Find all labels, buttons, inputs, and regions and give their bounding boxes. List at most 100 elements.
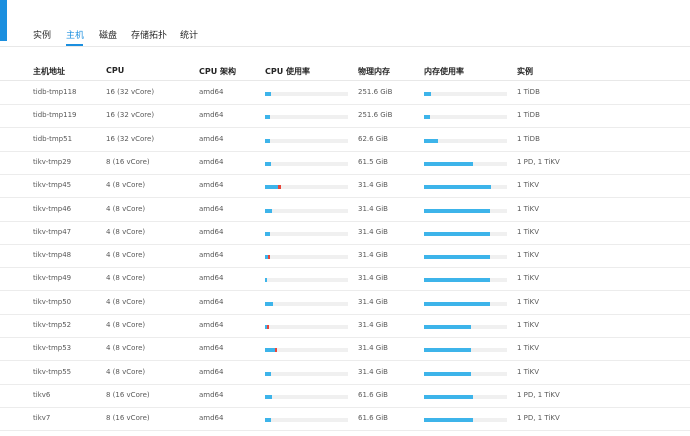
cpu-usage-bar-alert-fill	[274, 348, 277, 353]
table-row[interactable]: tikv-tmp47 4 (8 vCore) amd64 31.4 GiB 1 TiKV	[0, 222, 690, 245]
memory-usage-bar-fill	[424, 278, 491, 283]
table-row[interactable]: tikv-tmp46 4 (8 vCore) amd64 31.4 GiB 1 TiKV	[0, 199, 690, 222]
cpu-arch: amd64	[199, 414, 224, 423]
cpu-usage-bar	[265, 301, 348, 306]
instances: 1 TiDB	[517, 111, 540, 120]
cpu-cores: 4 (8 vCore)	[106, 227, 146, 236]
host-address: tikv-tmp47	[33, 227, 72, 236]
instances: 1 TiDB	[517, 134, 540, 143]
column-header-cpu-arch[interactable]: CPU 架构	[199, 66, 236, 77]
column-header-cpu-usage[interactable]: CPU 使用率	[265, 66, 310, 77]
cpu-cores: 16 (32 vCore)	[106, 134, 155, 143]
table-row[interactable]: tikv-tmp49 4 (8 vCore) amd64 31.4 GiB 1 TiKV	[0, 268, 690, 292]
table-row[interactable]: tidb-tmp119 16 (32 vCore) amd64 251.6 GiB 1 …	[0, 105, 690, 129]
instances: 1 TiKV	[517, 274, 540, 283]
cpu-usage-bar-fill	[265, 348, 275, 353]
instances: 1 TiDB	[517, 88, 540, 96]
table-row[interactable]: tikv-tmp45 4 (8 vCore) amd64 31.4 GiB 1 TiKV	[0, 175, 690, 199]
cpu-cores: 8 (16 vCore)	[106, 157, 150, 166]
physical-memory: 31.4 GiB	[358, 297, 388, 306]
memory-usage-bar-fill	[424, 92, 432, 96]
cpu-cores: 4 (8 vCore)	[106, 274, 146, 283]
tab-hosts[interactable]: 主机	[66, 28, 84, 41]
instances: 1 TiKV	[517, 227, 540, 236]
column-header-instances[interactable]: 实例	[517, 66, 533, 77]
host-address: tikv-tmp45	[33, 181, 72, 190]
table-row[interactable]: tikv-tmp48 4 (8 vCore) amd64 31.4 GiB 1 TiKV	[0, 245, 690, 269]
column-header-memory[interactable]: 物理内存	[358, 66, 390, 77]
host-address: tikv-tmp48	[33, 251, 72, 260]
instances: 1 TiKV	[517, 204, 540, 213]
cpu-cores: 4 (8 vCore)	[106, 297, 146, 306]
tab-storage-topology[interactable]: 存储拓扑	[131, 28, 167, 41]
memory-usage-bar	[424, 255, 507, 260]
host-address: tidb-tmp119	[33, 111, 77, 120]
cpu-usage-bar	[265, 325, 348, 329]
cpu-arch: amd64	[199, 204, 224, 213]
tab-statistics[interactable]: 统计	[180, 28, 198, 41]
table-row[interactable]: tikv-tmp52 4 (8 vCore) amd64 31.4 GiB 1 TiKV	[0, 315, 690, 338]
cpu-cores: 8 (16 vCore)	[106, 390, 150, 399]
cpu-arch: amd64	[199, 134, 224, 143]
cpu-usage-bar-fill	[265, 301, 274, 306]
table-row[interactable]: tidb-tmp118 16 (32 vCore) amd64 251.6 GiB 1 …	[0, 82, 690, 105]
cpu-usage-bar	[265, 278, 348, 283]
cpu-arch: amd64	[199, 367, 224, 376]
physical-memory: 61.6 GiB	[358, 390, 388, 399]
physical-memory: 31.4 GiB	[358, 204, 388, 213]
physical-memory: 61.6 GiB	[358, 414, 388, 423]
cpu-arch: amd64	[199, 88, 224, 96]
cpu-cores: 4 (8 vCore)	[106, 204, 146, 213]
memory-usage-bar-fill	[424, 138, 439, 143]
table-row[interactable]: tidb-tmp51 16 (32 vCore) amd64 62.6 GiB 1 Ti…	[0, 129, 690, 152]
cpu-usage-bar	[265, 115, 348, 120]
tab-instances[interactable]: 实例	[33, 28, 51, 41]
cpu-cores: 16 (32 vCore)	[106, 111, 155, 120]
cpu-usage-bar-fill	[265, 394, 273, 399]
physical-memory: 31.4 GiB	[358, 251, 388, 260]
cpu-usage-bar-fill	[265, 231, 270, 236]
host-address: tidb-tmp118	[33, 88, 77, 96]
table-row[interactable]: tikv-tmp55 4 (8 vCore) amd64 31.4 GiB 1 TiKV	[0, 362, 690, 385]
cpu-arch: amd64	[199, 274, 224, 283]
memory-usage-bar	[424, 138, 507, 143]
instances: 1 TiKV	[517, 251, 540, 260]
cpu-cores: 4 (8 vCore)	[106, 344, 146, 353]
column-header-memory-usage[interactable]: 内存使用率	[424, 66, 464, 77]
instances: 1 TiKV	[517, 367, 540, 376]
memory-usage-bar-fill	[424, 325, 472, 329]
memory-usage-bar	[424, 92, 507, 96]
active-tab-indicator	[66, 44, 83, 46]
memory-usage-bar-fill	[424, 418, 473, 423]
physical-memory: 251.6 GiB	[358, 111, 393, 120]
tab-bar: 实例 主机 磁盘 存储拓扑 统计	[0, 0, 690, 47]
memory-usage-bar-fill	[424, 394, 473, 399]
cpu-arch: amd64	[199, 321, 224, 329]
memory-usage-bar-fill	[424, 301, 491, 306]
table-row[interactable]: tikv-tmp53 4 (8 vCore) amd64 31.4 GiB 1 TiKV	[0, 338, 690, 362]
memory-usage-bar	[424, 325, 507, 329]
cpu-arch: amd64	[199, 251, 224, 260]
table-row[interactable]: tikv6 8 (16 vCore) amd64 61.6 GiB 1 PD, 1 Ti…	[0, 385, 690, 408]
tab-disks[interactable]: 磁盘	[99, 28, 117, 41]
table-row[interactable]: tikv-tmp29 8 (16 vCore) amd64 61.5 GiB 1 PD,…	[0, 152, 690, 175]
column-header-cpu[interactable]: CPU	[106, 66, 124, 75]
memory-usage-bar	[424, 394, 507, 399]
cpu-usage-bar-fill	[265, 185, 279, 190]
cpu-usage-bar	[265, 185, 348, 190]
cpu-usage-bar	[265, 255, 348, 260]
cpu-usage-bar	[265, 138, 348, 143]
host-address: tikv6	[33, 390, 51, 399]
cpu-usage-bar-fill	[265, 371, 271, 376]
table-row[interactable]: tikv7 8 (16 vCore) amd64 61.6 GiB 1 PD, 1 Ti…	[0, 408, 690, 432]
memory-usage-bar-fill	[424, 348, 472, 353]
memory-usage-bar	[424, 348, 507, 353]
host-address: tikv-tmp49	[33, 274, 72, 283]
column-header-host[interactable]: 主机地址	[33, 66, 65, 77]
memory-usage-bar	[424, 231, 507, 236]
instances: 1 TiKV	[517, 181, 540, 190]
table-row[interactable]: tikv-tmp50 4 (8 vCore) amd64 31.4 GiB 1 TiKV	[0, 292, 690, 315]
host-address: tikv-tmp53	[33, 344, 72, 353]
cpu-arch: amd64	[199, 390, 224, 399]
cpu-arch: amd64	[199, 181, 224, 190]
